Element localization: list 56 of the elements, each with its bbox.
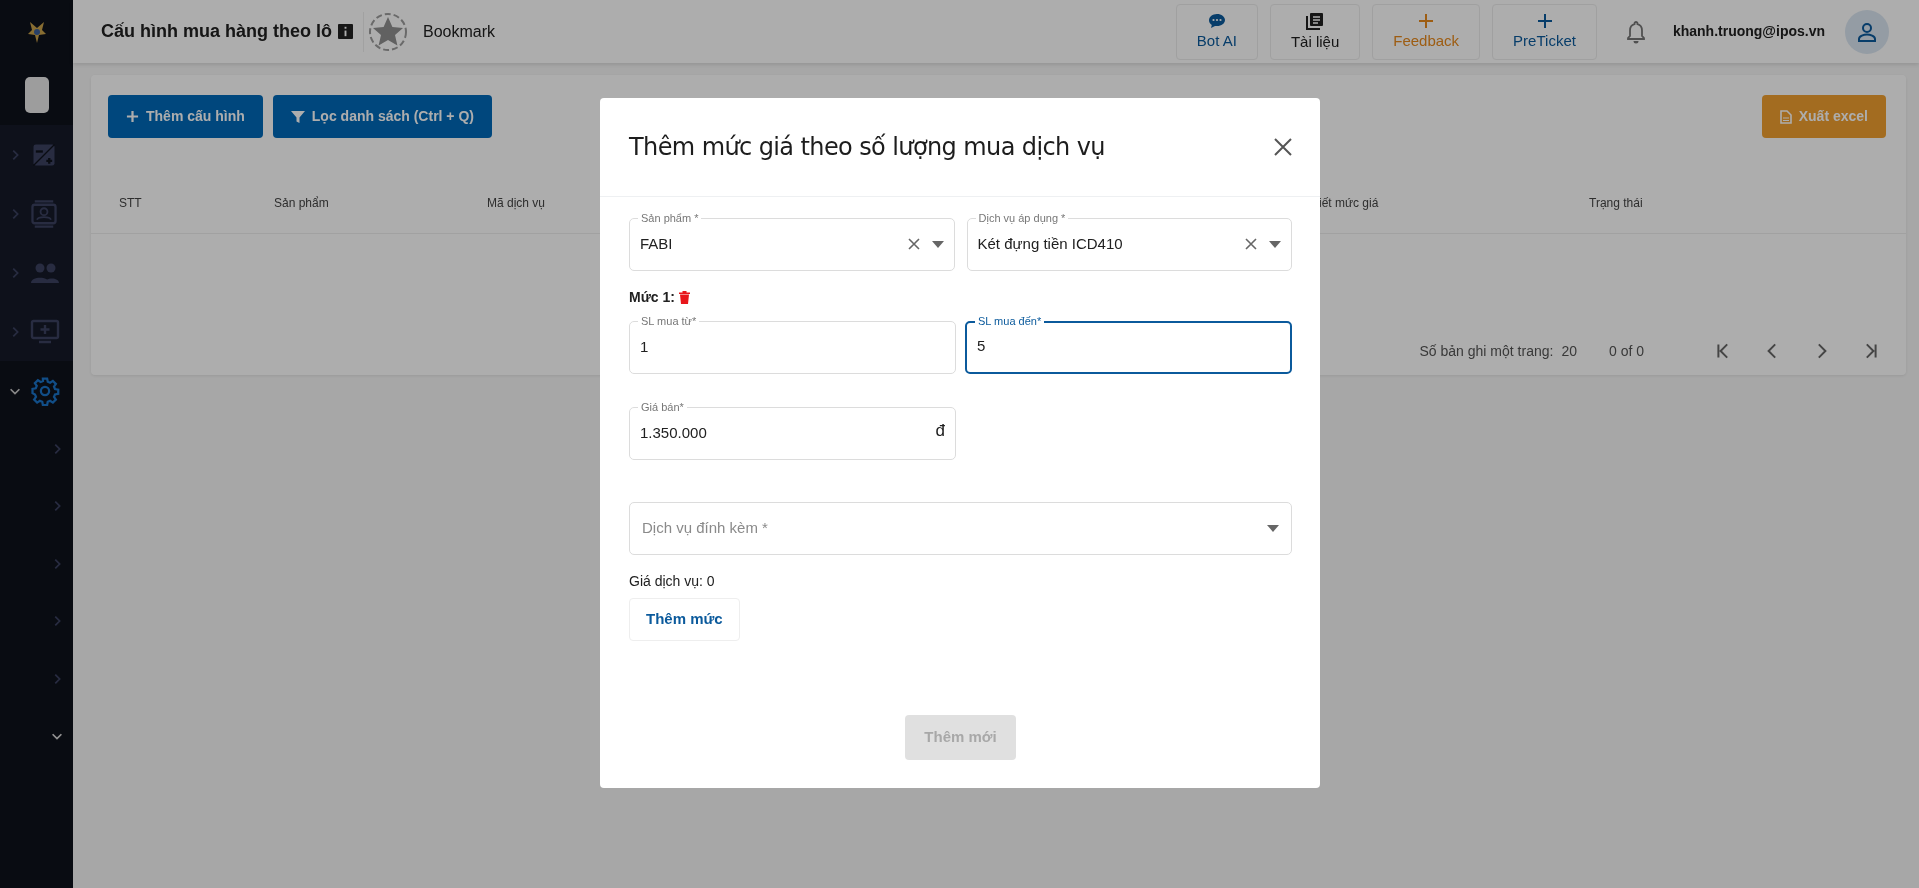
notification-bell-icon[interactable] [1624,19,1647,44]
clear-icon[interactable] [1245,238,1257,250]
plus-icon [126,110,139,123]
bookmark-label[interactable]: Bookmark [423,19,496,44]
select-input[interactable]: FABI [640,224,908,270]
select-field[interactable]: Sản phẩm * FABI [629,213,955,271]
currency-symbol: đ [935,420,945,443]
close-icon[interactable] [1274,138,1292,156]
tier-label: Mức 1: [629,288,675,307]
select-input[interactable]: Két đựng tiền ICD410 [977,224,1245,270]
header-button[interactable]: PreTicket [1492,3,1597,60]
field-label: SL mua từ* [640,316,698,327]
file-icon [1779,109,1792,124]
page-range: 0 of 0 [1608,342,1644,361]
field-label: Sản phẩm * [640,213,700,224]
person-icon [1856,20,1878,43]
column-header: Mã dịch vụ [487,194,546,212]
field-label: SL mua đến* [977,316,1043,327]
field-label: Giá bán* [640,402,685,413]
info-icon[interactable] [338,24,353,39]
input-field[interactable]: 1 [640,327,945,373]
toolbar-button[interactable]: Lọc danh sách (Ctrl + Q) [272,95,492,138]
header-button[interactable]: Bot AI [1175,3,1258,60]
input-field[interactable]: 5 [977,327,1280,372]
caret-down-icon[interactable] [1269,240,1281,248]
input-field[interactable]: 1.350.000 [640,413,936,459]
add-tier-button[interactable]: Thêm mức [629,598,740,641]
clear-icon[interactable] [907,238,920,250]
filter-icon [290,109,305,124]
field-label: Dịch vụ áp dụng * [977,213,1067,224]
service-price-text: Giá dịch vụ: 0 [629,572,716,591]
settings-icon[interactable] [30,375,60,406]
text-field[interactable]: SL mua từ* 1 [629,316,956,374]
column-header: Trạng thái [1589,194,1643,212]
column-header: STT [119,194,142,212]
column-header: iết mức giá [1319,194,1379,212]
page-title: Cấu hình mua hàng theo lô [101,20,332,43]
column-header: Sản phẩm [274,194,329,212]
user-email: khanh.truong@ipos.vn [1672,22,1825,41]
avatar[interactable] [1845,9,1889,54]
plus-icon [1418,13,1435,30]
toolbar-button[interactable]: Thêm cấu hình [108,95,263,138]
documents-icon [1306,12,1325,31]
trash-icon[interactable] [678,291,690,304]
caret-down-icon[interactable] [1267,525,1279,532]
blank-tile [24,77,49,113]
text-field[interactable]: Giá bán* 1.350.000 đ [629,402,956,460]
chat-icon [1207,13,1226,30]
rows-per-page-value[interactable]: 20 [1561,341,1577,362]
rows-per-page-label: Số bản ghi một trang: [1419,342,1554,361]
text-field[interactable]: SL mua đến* 5 [965,316,1292,374]
caret-down-icon[interactable] [931,240,944,248]
plus-icon [1536,13,1553,30]
dialog-title: Thêm mức giá theo số lượng mua dịch vụ [629,132,1105,163]
header-button[interactable]: Tài liệu [1269,3,1361,60]
select-field[interactable]: Dịch vụ áp dụng * Két đựng tiền ICD410 [966,213,1292,271]
